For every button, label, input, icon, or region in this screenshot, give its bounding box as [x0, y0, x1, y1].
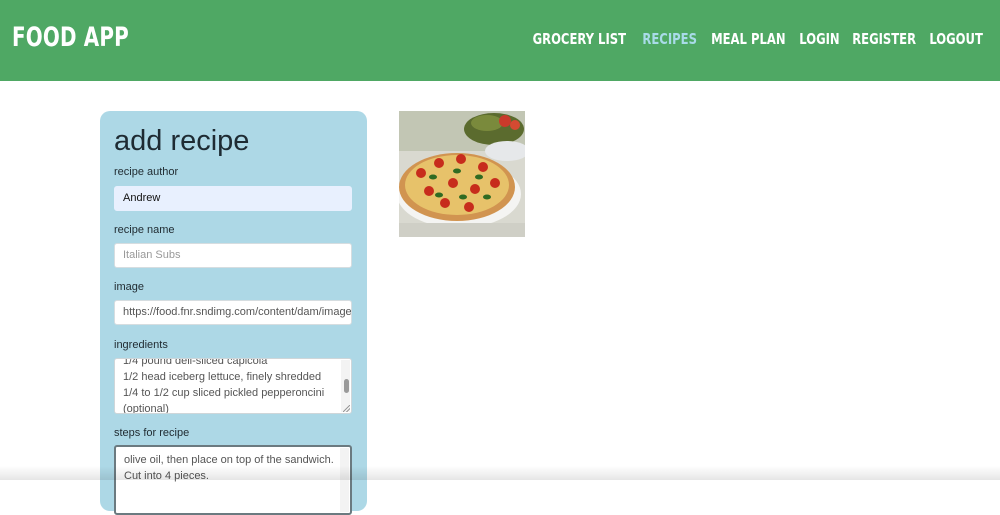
nav-links: GROCERY LIST RECIPES MEAL PLAN LOGIN REG…	[528, 30, 984, 48]
nav-register[interactable]: REGISTER	[852, 30, 916, 48]
nav-logout[interactable]: LOGOUT	[929, 30, 983, 48]
add-recipe-form: add recipe recipe author Andrew recipe n…	[100, 111, 367, 515]
ingredient-line: (optional)	[123, 403, 169, 414]
nav-login[interactable]: LOGIN	[799, 30, 839, 48]
image-url-input[interactable]: https://food.fnr.sndimg.com/content/dam/…	[114, 300, 352, 325]
nav-grocery-list[interactable]: GROCERY LIST	[533, 30, 626, 48]
ingredients-textarea[interactable]: 1/4 pound deli-sliced capicola 1/2 head …	[114, 358, 352, 414]
steps-label: steps for recipe	[114, 427, 190, 439]
ingredient-line: 1/2 head iceberg lettuce, finely shredde…	[123, 371, 322, 383]
nav-recipes[interactable]: RECIPES	[642, 30, 697, 48]
ingredients-scroll-thumb[interactable]	[344, 379, 349, 393]
author-input[interactable]: Andrew	[114, 186, 352, 211]
pizza-image	[399, 111, 525, 237]
nav-meal-plan[interactable]: MEAL PLAN	[711, 30, 785, 48]
ingredients-label: ingredients	[114, 339, 168, 351]
navbar: FOOD APP GROCERY LIST RECIPES MEAL PLAN …	[0, 0, 1000, 81]
steps-textarea[interactable]: olive oil, then place on top of the sand…	[114, 445, 352, 515]
name-label: recipe name	[114, 224, 175, 236]
steps-scrollbar[interactable]	[340, 448, 349, 512]
author-label: recipe author	[114, 166, 179, 178]
ingredient-line: 1/4 pound deli-sliced capicola	[123, 358, 268, 367]
image-label: image	[114, 281, 144, 293]
brand-logo[interactable]: FOOD APP	[12, 22, 129, 53]
bottom-shadow	[0, 466, 1000, 480]
form-title: add recipe	[114, 125, 250, 157]
resize-grip-icon[interactable]	[343, 405, 350, 412]
recipe-name-input[interactable]: Italian Subs	[114, 243, 352, 268]
ingredient-line: 1/4 to 1/2 cup sliced pickled pepperonci…	[123, 387, 325, 399]
